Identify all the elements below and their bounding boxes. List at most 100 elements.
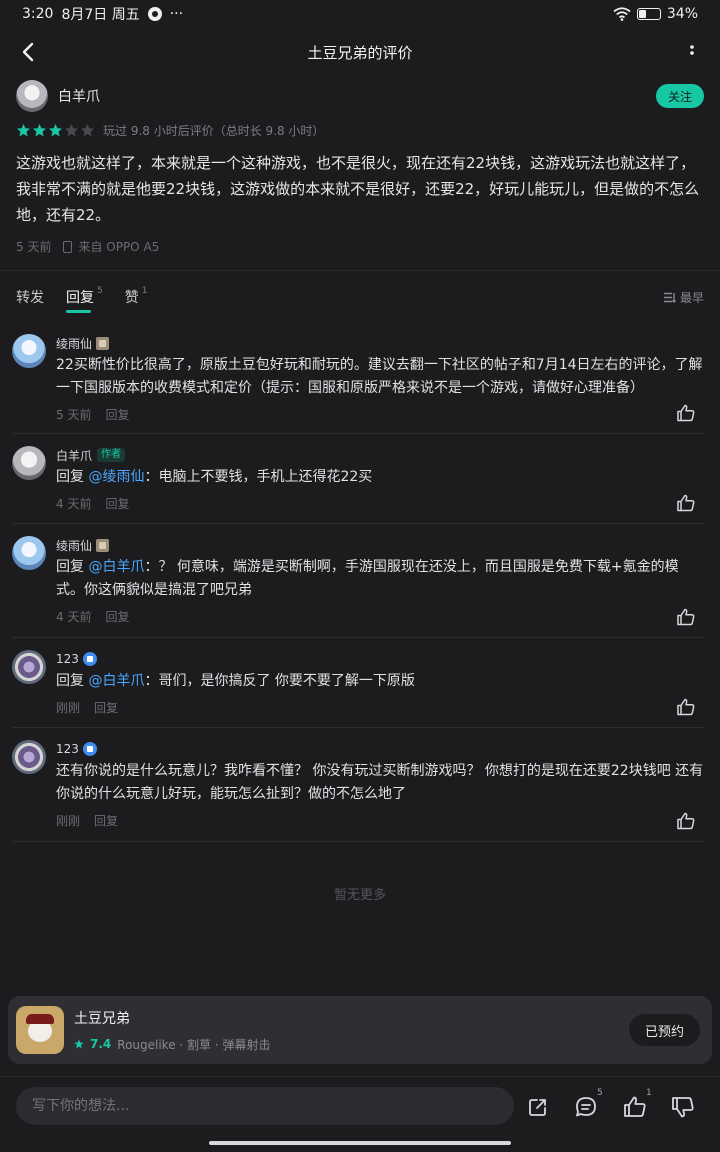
no-more-text: 暂无更多	[333, 888, 386, 903]
star-rating	[16, 123, 95, 138]
status-bar: 3:20 8月7日 周五 ··· 34%	[0, 0, 720, 28]
sort-button[interactable]: 最早	[663, 289, 704, 306]
status-time: 3:20	[22, 6, 54, 22]
star-icon	[74, 1039, 84, 1049]
comment-reply-button[interactable]: 回复	[105, 495, 129, 512]
comment-author[interactable]: 绫雨仙	[56, 537, 92, 554]
wifi-icon	[613, 7, 631, 21]
comment-time: 刚刚	[56, 814, 81, 828]
home-indicator[interactable]	[209, 1141, 511, 1145]
thumbs-up-icon[interactable]	[676, 493, 696, 513]
back-button[interactable]	[14, 38, 42, 66]
tab-reply-label: 回复	[66, 290, 94, 306]
battery-icon	[636, 8, 661, 20]
star-icon	[64, 123, 79, 137]
comment-author[interactable]: 白羊爪	[56, 447, 92, 464]
share-icon[interactable]	[525, 1094, 551, 1120]
play-time-info: 玩过 9.8 小时后评价（总时长 9.8 小时）	[103, 124, 325, 138]
tab-forward[interactable]: 转发	[16, 287, 44, 307]
game-icon	[16, 1006, 64, 1054]
comment-avatar[interactable]	[12, 650, 46, 684]
reply-prefix: 回复	[56, 673, 84, 689]
comment-avatar[interactable]	[12, 334, 46, 368]
comment-author[interactable]: 123	[56, 742, 79, 756]
comment-time: 4 天前	[56, 497, 92, 511]
star-icon	[48, 123, 63, 137]
game-tags: Rougelike · 割草 · 弹幕射击	[117, 1037, 271, 1052]
mention-link[interactable]: @白羊爪	[88, 559, 144, 575]
comment-avatar[interactable]	[12, 536, 46, 570]
game-name: 土豆兄弟	[74, 1010, 130, 1027]
comment-author[interactable]: 123	[56, 652, 79, 666]
sort-icon	[663, 292, 676, 303]
thumbs-up-icon[interactable]	[622, 1094, 648, 1120]
tab-reply-count: 5	[97, 286, 103, 296]
comment-body: ：电脑上不要钱，手机上还得花22买	[144, 469, 373, 485]
comment-avatar[interactable]	[12, 740, 46, 774]
more-options-button[interactable]	[682, 38, 702, 66]
review-text: 这游戏也就这样了，本来就是一个这种游戏，也不是很火，现在还有22块钱，这游戏玩法…	[16, 154, 700, 224]
thumbs-up-icon[interactable]	[676, 607, 696, 627]
thumbs-up-icon[interactable]	[676, 403, 696, 423]
comment-icon[interactable]	[573, 1094, 599, 1120]
reply-prefix: 回复	[56, 559, 84, 575]
review-time: 5 天前	[16, 240, 52, 254]
tab-like[interactable]: 赞 1	[125, 286, 148, 307]
reserved-button[interactable]: 已预约	[628, 1014, 700, 1046]
thumbs-down-icon[interactable]	[670, 1094, 696, 1120]
more-vertical-icon	[690, 45, 694, 55]
comment-item: 绫雨仙 回复 @白羊爪：？ 何意味，端游是买断制啊，手游国服现在还没上，而且国服…	[12, 536, 704, 638]
comment-item: 123 还有你说的是什么玩意儿？我咋看不懂？ 你没有玩过买断制游戏吗？ 你想打的…	[12, 740, 704, 842]
comment-time: 4 天前	[56, 610, 92, 624]
status-more-dots: ···	[169, 6, 184, 22]
comment-time: 5 天前	[56, 408, 92, 422]
comment-body: ：？ 何意味，端游是买断制啊，手游国服现在还没上，而且国服是免费下载+氪金的模式…	[56, 559, 679, 598]
bottom-divider	[0, 1076, 720, 1077]
comment-item: 白羊爪 作者 回复 @绫雨仙：电脑上不要钱，手机上还得花22买 4 天前 回复	[12, 446, 704, 524]
comment-input[interactable]	[16, 1087, 514, 1125]
comment-reply-button[interactable]: 回复	[94, 812, 118, 829]
comment-author[interactable]: 绫雨仙	[56, 335, 92, 352]
sort-label: 最早	[679, 290, 704, 305]
verified-badge-icon	[82, 652, 97, 666]
tab-like-count: 1	[141, 286, 148, 296]
verified-badge-icon	[82, 742, 97, 756]
comment-reply-button[interactable]: 回复	[105, 406, 129, 423]
mention-link[interactable]: @绫雨仙	[88, 469, 144, 485]
review-author-name[interactable]: 白羊爪	[58, 86, 100, 106]
comment-text: 回复 @白羊爪：？ 何意味，端游是买断制啊，手游国服现在还没上，而且国服是免费下…	[56, 556, 704, 602]
reply-prefix: 回复	[56, 469, 84, 485]
like-count: 1	[646, 1088, 652, 1098]
review-meta: 5 天前 来自 OPPO A5	[16, 238, 159, 255]
level-badge-icon	[96, 538, 110, 552]
tab-forward-label: 转发	[16, 290, 44, 306]
star-icon	[80, 123, 95, 137]
comment-reply-button[interactable]: 回复	[94, 699, 118, 716]
page-title: 土豆兄弟的评价	[307, 43, 413, 62]
follow-button[interactable]: 关注	[655, 84, 704, 108]
comment-text: 回复 @绫雨仙：电脑上不要钱，手机上还得花22买	[56, 466, 704, 489]
top-bar: 土豆兄弟的评价	[0, 32, 720, 72]
section-divider	[0, 270, 720, 271]
qq-notification-icon	[147, 7, 162, 21]
level-badge-icon	[96, 336, 110, 350]
comment-count: 5	[597, 1088, 603, 1098]
chevron-left-icon	[22, 42, 34, 62]
battery-percent: 34%	[666, 6, 698, 22]
comment-text: 22买断性价比很高了，原版土豆包好玩和耐玩的。建议去翻一下社区的帖子和7月14日…	[56, 357, 703, 396]
star-icon	[16, 123, 31, 137]
avatar[interactable]	[16, 80, 48, 112]
review-author-row: 白羊爪 关注	[16, 78, 704, 114]
mention-link[interactable]: @白羊爪	[88, 673, 144, 689]
thumbs-up-icon[interactable]	[676, 697, 696, 717]
phone-icon	[63, 240, 73, 253]
star-icon	[32, 123, 47, 137]
comment-body: ：哥们，是你搞反了 你要不要了解一下原版	[144, 673, 415, 689]
tab-reply[interactable]: 回复 5	[66, 286, 103, 313]
comment-avatar[interactable]	[12, 446, 46, 480]
author-tag: 作者	[97, 448, 126, 462]
review-device: 来自 OPPO A5	[78, 240, 160, 254]
game-card[interactable]: 土豆兄弟 7.4 Rougelike · 割草 · 弹幕射击 已预约	[8, 996, 712, 1064]
thumbs-up-icon[interactable]	[676, 811, 696, 831]
comment-reply-button[interactable]: 回复	[105, 608, 129, 625]
